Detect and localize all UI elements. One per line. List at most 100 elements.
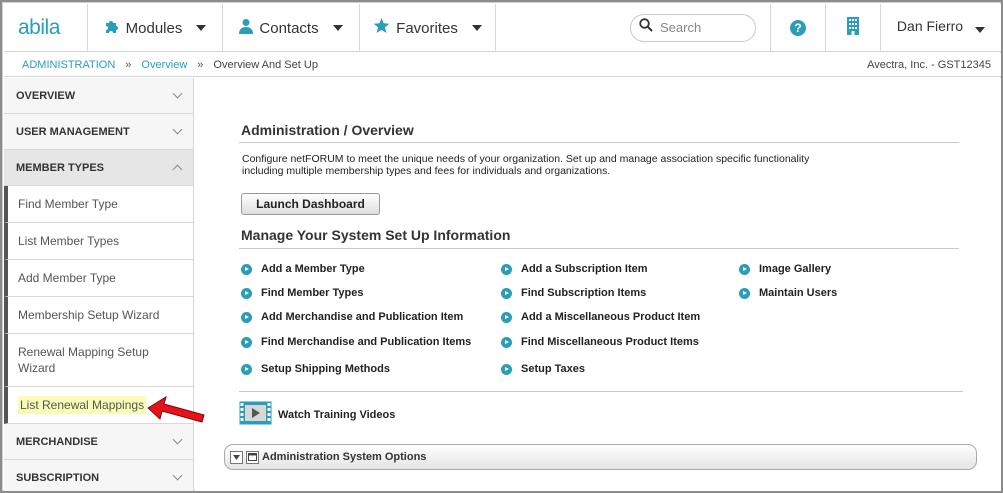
arrow-circle-icon	[241, 263, 252, 275]
page-description: Configure netFORUM to meet the unique ne…	[242, 153, 810, 177]
arrow-circle-icon	[241, 311, 252, 323]
help-button[interactable]: ?	[771, 4, 826, 52]
setup-heading: Manage Your System Set Up Information	[241, 227, 511, 243]
arrow-circle-icon	[501, 336, 512, 348]
arrow-circle-icon	[501, 311, 512, 323]
chevron-down-icon	[471, 25, 482, 31]
sidebar: OVERVIEW USER MANAGEMENT MEMBER TYPES Fi…	[4, 78, 194, 491]
breadcrumb-separator: »	[125, 58, 132, 71]
organization-label: Avectra, Inc. - GST12345	[867, 58, 991, 71]
link-label: Setup Taxes	[521, 363, 585, 375]
top-navigation: abila Modules Contacts Favorites Search …	[4, 4, 1001, 52]
favorites-label: Favorites	[396, 19, 458, 37]
sidebar-item-label: Renewal Mapping Setup Wizard	[18, 345, 149, 375]
link-label: Add a Subscription Item	[521, 263, 648, 275]
sidebar-item-label: List Member Types	[18, 234, 120, 248]
sidebar-item-membership-setup-wizard[interactable]: Membership Setup Wizard	[4, 297, 193, 334]
options-label: Administration System Options	[262, 451, 427, 463]
link-add-misc-product[interactable]: Add a Miscellaneous Product Item	[501, 311, 700, 323]
modules-menu[interactable]: Modules	[88, 4, 223, 52]
user-menu[interactable]: Dan Fierro	[881, 4, 1001, 51]
page-title: Administration / Overview	[241, 122, 414, 138]
chevron-down-icon	[196, 25, 207, 31]
sidebar-section-overview[interactable]: OVERVIEW	[4, 78, 193, 114]
chevron-down-icon	[172, 470, 183, 481]
person-icon	[239, 18, 254, 38]
breadcrumb-overview[interactable]: Overview	[141, 59, 187, 71]
breadcrumb-administration[interactable]: ADMINISTRATION	[22, 59, 115, 71]
link-add-subscription[interactable]: Add a Subscription Item	[501, 263, 648, 275]
watch-training-videos-link[interactable]: Watch Training Videos	[239, 401, 395, 428]
chevron-up-icon	[172, 164, 183, 175]
sidebar-section-label: MERCHANDISE	[16, 435, 98, 448]
sidebar-item-label: Find Member Type	[18, 197, 118, 211]
link-find-member-types[interactable]: Find Member Types	[241, 287, 363, 299]
sidebar-section-label: USER MANAGEMENT	[16, 125, 130, 138]
puzzle-icon	[104, 18, 120, 38]
search-box[interactable]	[630, 13, 756, 42]
sidebar-section-member-types[interactable]: MEMBER TYPES	[4, 150, 193, 186]
arrow-circle-icon	[501, 363, 512, 375]
divider	[239, 142, 959, 143]
window-icon[interactable]	[246, 450, 259, 464]
arrow-circle-icon	[241, 287, 252, 299]
link-label: Add a Member Type	[261, 263, 365, 275]
contacts-menu[interactable]: Contacts	[223, 4, 360, 52]
sidebar-section-user-management[interactable]: USER MANAGEMENT	[4, 114, 193, 150]
link-label: Add Merchandise and Publication Item	[261, 311, 464, 323]
sidebar-item-add-member-type[interactable]: Add Member Type	[4, 260, 193, 297]
sidebar-section-merchandise[interactable]: MERCHANDISE	[4, 424, 193, 460]
launch-dashboard-button[interactable]: Launch Dashboard	[241, 193, 380, 215]
arrow-circle-icon	[739, 287, 750, 299]
sidebar-item-label: Membership Setup Wizard	[18, 308, 160, 322]
administration-system-options-panel[interactable]: Administration System Options	[224, 444, 977, 470]
abila-logo[interactable]: abila	[4, 4, 88, 52]
link-label: Find Member Types	[261, 287, 364, 299]
link-maintain-users[interactable]: Maintain Users	[739, 287, 837, 299]
chevron-down-icon	[172, 124, 183, 135]
link-label: Maintain Users	[759, 287, 838, 299]
link-find-misc-product[interactable]: Find Miscellaneous Product Items	[501, 336, 699, 348]
link-label: Image Gallery	[759, 263, 832, 275]
search-area	[496, 4, 771, 51]
sidebar-item-renewal-mapping-setup-wizard[interactable]: Renewal Mapping Setup Wizard	[4, 334, 193, 387]
sidebar-item-label: List Renewal Mappings	[18, 396, 147, 414]
arrow-circle-icon	[501, 287, 512, 299]
collapse-toggle-icon[interactable]	[230, 450, 243, 464]
link-label: Setup Shipping Methods	[261, 363, 390, 375]
arrow-circle-icon	[501, 263, 512, 275]
arrow-circle-icon	[241, 336, 252, 348]
breadcrumb-separator: »	[197, 58, 204, 71]
link-label: Find Merchandise and Publication Items	[261, 336, 472, 348]
arrow-circle-icon	[241, 363, 252, 375]
link-find-merchandise[interactable]: Find Merchandise and Publication Items	[241, 336, 471, 348]
arrow-circle-icon	[739, 263, 750, 275]
training-label: Watch Training Videos	[278, 408, 396, 421]
user-name: Dan Fierro	[896, 17, 964, 34]
link-find-subscription[interactable]: Find Subscription Items	[501, 287, 646, 299]
chevron-down-icon	[332, 25, 343, 31]
breadcrumb: ADMINISTRATION » Overview » Overview And…	[4, 53, 1001, 77]
link-image-gallery[interactable]: Image Gallery	[739, 263, 831, 275]
sidebar-section-label: OVERVIEW	[16, 89, 76, 102]
link-add-merchandise[interactable]: Add Merchandise and Publication Item	[241, 311, 463, 323]
link-label: Add a Miscellaneous Product Item	[521, 311, 701, 323]
star-icon	[373, 18, 390, 38]
sidebar-item-label: Add Member Type	[18, 271, 116, 285]
contacts-label: Contacts	[259, 19, 319, 37]
sidebar-item-find-member-type[interactable]: Find Member Type	[4, 186, 193, 223]
link-setup-taxes[interactable]: Setup Taxes	[501, 363, 585, 375]
divider	[239, 391, 963, 392]
pointer-arrow-icon	[147, 395, 205, 423]
favorites-menu[interactable]: Favorites	[360, 4, 496, 52]
sidebar-section-subscription[interactable]: SUBSCRIPTION	[4, 460, 193, 491]
link-add-member-type[interactable]: Add a Member Type	[241, 263, 365, 275]
organization-button[interactable]	[826, 4, 881, 52]
main-content: Administration / Overview Configure netF…	[195, 78, 1001, 491]
search-input[interactable]	[660, 20, 750, 35]
sidebar-item-list-member-types[interactable]: List Member Types	[4, 223, 193, 260]
film-icon	[239, 401, 272, 428]
sidebar-section-label: MEMBER TYPES	[16, 161, 105, 174]
chevron-down-icon	[975, 26, 986, 33]
link-setup-shipping[interactable]: Setup Shipping Methods	[241, 363, 390, 375]
